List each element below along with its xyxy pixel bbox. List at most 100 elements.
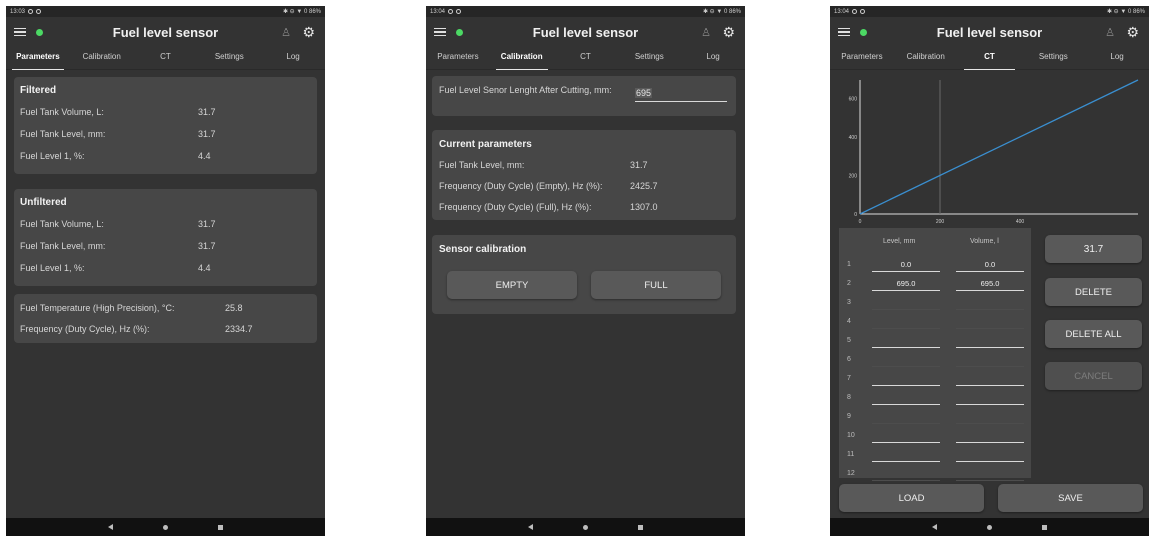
row-value: 4.4	[198, 151, 211, 161]
level-input[interactable]	[872, 392, 940, 405]
full-button[interactable]: FULL	[591, 271, 721, 299]
level-input[interactable]: 695.0	[872, 278, 940, 291]
menu-icon[interactable]	[14, 27, 26, 37]
unfiltered-title: Unfiltered	[20, 197, 67, 208]
tab-settings[interactable]: Settings	[617, 47, 681, 69]
person-icon[interactable]: ♙	[701, 26, 711, 39]
tab-calibration[interactable]: Calibration	[70, 47, 134, 69]
volume-input[interactable]	[956, 373, 1024, 386]
menu-icon[interactable]	[838, 27, 850, 37]
cancel-button[interactable]: CANCEL	[1045, 362, 1142, 390]
save-button[interactable]: SAVE	[998, 484, 1143, 512]
level-input[interactable]	[872, 316, 940, 329]
volume-input[interactable]: 0.0	[956, 259, 1024, 272]
sensor-length-card: Fuel Level Senor Lenght After Cutting, m…	[432, 76, 736, 116]
row-value: 31.7	[630, 160, 648, 170]
status-indicators: ✱ ⊖ ▼ 0 86%	[282, 9, 321, 15]
current-parameters-title: Current parameters	[439, 139, 532, 150]
status-bar: 13:04 ✱ ⊖ ▼ 0 86%	[426, 6, 745, 17]
nav-back-icon[interactable]	[108, 524, 113, 530]
status-icon	[36, 9, 42, 14]
volume-input[interactable]	[956, 297, 1024, 310]
level-input[interactable]	[872, 468, 940, 481]
volume-input[interactable]	[956, 335, 1024, 348]
app-title: Fuel level sensor	[112, 24, 219, 40]
row-number: 8	[847, 394, 851, 401]
series-line	[859, 79, 1139, 215]
tab-bar: Parameters Calibration CT Settings Log	[830, 47, 1149, 70]
nav-back-icon[interactable]	[932, 524, 937, 530]
gear-icon[interactable]: ⚙	[722, 24, 735, 41]
row-value: 1307.0	[630, 202, 658, 212]
tab-ct[interactable]: CT	[958, 47, 1022, 70]
row-label: Fuel Temperature (High Precision), °C:	[20, 303, 175, 313]
x-tick-label: 0	[859, 219, 862, 225]
volume-input[interactable]	[956, 354, 1024, 367]
load-button[interactable]: LOAD	[839, 484, 984, 512]
person-icon[interactable]: ♙	[281, 26, 291, 39]
volume-input[interactable]	[956, 392, 1024, 405]
sensor-length-label: Fuel Level Senor Lenght After Cutting, m…	[439, 85, 612, 95]
level-input[interactable]	[872, 411, 940, 424]
level-input[interactable]	[872, 335, 940, 348]
current-value-button[interactable]: 31.7	[1045, 235, 1142, 263]
nav-bar	[6, 518, 325, 536]
level-input[interactable]	[872, 354, 940, 367]
menu-icon[interactable]	[434, 27, 446, 37]
status-time: 13:04	[430, 8, 446, 15]
tab-parameters[interactable]: Parameters	[830, 47, 894, 69]
status-icon	[860, 9, 866, 14]
tab-parameters[interactable]: Parameters	[6, 47, 70, 70]
nav-back-icon[interactable]	[528, 524, 533, 530]
level-input[interactable]: 0.0	[872, 259, 940, 272]
tab-parameters[interactable]: Parameters	[426, 47, 490, 69]
tab-calibration[interactable]: Calibration	[490, 47, 554, 70]
tab-log[interactable]: Log	[1085, 47, 1149, 69]
status-time: 13:03	[10, 8, 26, 15]
level-input[interactable]	[872, 297, 940, 310]
empty-button[interactable]: EMPTY	[447, 271, 577, 299]
sensor-length-value: 695	[635, 88, 653, 98]
connection-status-icon	[860, 28, 867, 36]
volume-input[interactable]: 695.0	[956, 278, 1024, 291]
row-label: Fuel Tank Volume, L:	[20, 107, 104, 117]
delete-all-button[interactable]: DELETE ALL	[1045, 320, 1142, 348]
tab-ct[interactable]: CT	[554, 47, 618, 69]
tab-settings[interactable]: Settings	[1021, 47, 1085, 69]
volume-input[interactable]	[956, 449, 1024, 462]
connection-status-icon	[36, 28, 43, 36]
row-label: Frequency (Duty Cycle) (Full), Hz (%):	[439, 202, 592, 212]
nav-recent-icon[interactable]	[218, 524, 223, 530]
tab-settings[interactable]: Settings	[197, 47, 261, 69]
row-value: 25.8	[225, 303, 243, 313]
connection-status-icon	[456, 28, 463, 36]
gear-icon[interactable]: ⚙	[302, 24, 315, 41]
volume-input[interactable]	[956, 411, 1024, 424]
filtered-title: Filtered	[20, 85, 57, 96]
nav-home-icon[interactable]	[583, 524, 588, 530]
tab-ct[interactable]: CT	[134, 47, 198, 69]
tab-log[interactable]: Log	[261, 47, 325, 69]
level-input[interactable]	[872, 449, 940, 462]
y-tick-label: 200	[849, 173, 858, 179]
person-icon[interactable]: ♙	[1105, 26, 1115, 39]
volume-input[interactable]	[956, 468, 1024, 481]
level-input[interactable]	[872, 430, 940, 443]
row-number: 7	[847, 375, 851, 382]
tab-log[interactable]: Log	[681, 47, 745, 69]
row-label: Fuel Level 1, %:	[20, 151, 85, 161]
nav-home-icon[interactable]	[163, 524, 168, 530]
volume-input[interactable]	[956, 430, 1024, 443]
level-input[interactable]	[872, 373, 940, 386]
nav-home-icon[interactable]	[987, 524, 992, 530]
delete-button[interactable]: DELETE	[1045, 278, 1142, 306]
row-number: 4	[847, 318, 851, 325]
nav-recent-icon[interactable]	[1042, 524, 1047, 530]
status-bar: 13:04 ✱ ⊖ ▼ 0 86%	[830, 6, 1149, 17]
tab-calibration[interactable]: Calibration	[894, 47, 958, 69]
sensor-length-input[interactable]: 695	[635, 88, 727, 102]
gear-icon[interactable]: ⚙	[1126, 24, 1139, 41]
row-label: Frequency (Duty Cycle) (Empty), Hz (%):	[439, 181, 603, 191]
nav-recent-icon[interactable]	[638, 524, 643, 530]
volume-input[interactable]	[956, 316, 1024, 329]
